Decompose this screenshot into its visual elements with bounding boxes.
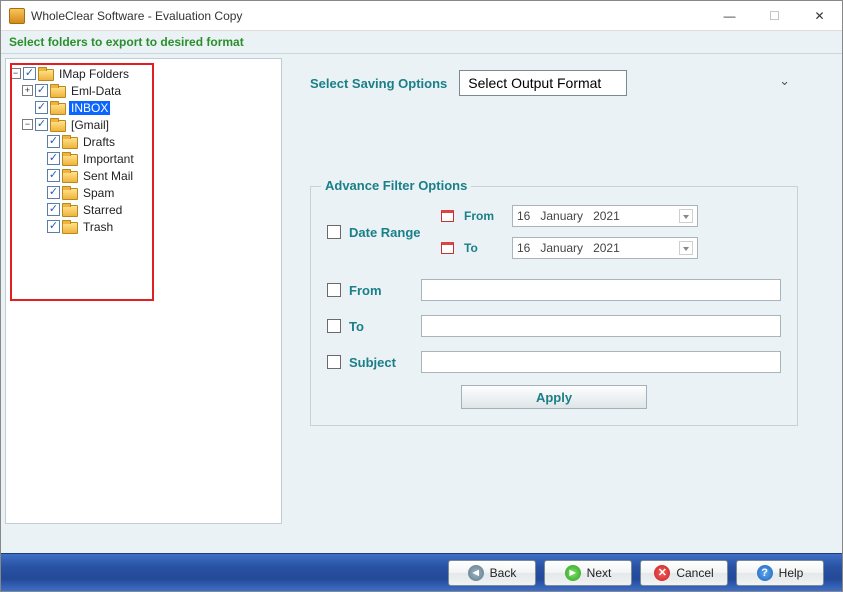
node-label: Important	[81, 152, 136, 166]
expand-toggle-icon[interactable]: +	[22, 85, 33, 96]
tree-node-emldata[interactable]: + ✓ Eml-Data	[10, 82, 277, 99]
saving-options-row: Select Saving Options Select Output Form…	[310, 70, 798, 96]
app-icon	[9, 8, 25, 24]
apply-button[interactable]: Apply	[461, 385, 647, 409]
calendar-icon	[441, 242, 454, 254]
folder-icon	[62, 186, 78, 199]
tree-node-starred[interactable]: ✓ Starred	[10, 201, 277, 218]
subject-checkbox[interactable]	[327, 355, 341, 369]
subject-row: Subject	[327, 349, 781, 375]
checkbox[interactable]: ✓	[23, 67, 36, 80]
help-icon: ?	[757, 565, 773, 581]
folder-icon	[50, 84, 66, 97]
subject-label: Subject	[349, 355, 421, 370]
date-range-checkbox[interactable]	[327, 225, 341, 239]
tree-node-sentmail[interactable]: ✓ Sent Mail	[10, 167, 277, 184]
calendar-icon	[441, 210, 454, 222]
date-range-label: Date Range	[349, 225, 441, 240]
node-label: Sent Mail	[81, 169, 135, 183]
tree-node-important[interactable]: ✓ Important	[10, 150, 277, 167]
tree-node-inbox[interactable]: ✓ INBOX	[10, 99, 277, 116]
options-panel: Select Saving Options Select Output Form…	[290, 58, 838, 553]
date-to-label: To	[464, 241, 504, 255]
tree-node-gmail[interactable]: − ✓ [Gmail]	[10, 116, 277, 133]
from-checkbox[interactable]	[327, 283, 341, 297]
folder-tree-panel: − ✓ IMap Folders + ✓ Eml-Data ✓ INBOX	[5, 58, 282, 524]
help-button[interactable]: ? Help	[736, 560, 824, 586]
checkbox[interactable]: ✓	[35, 84, 48, 97]
chevron-down-icon[interactable]	[679, 241, 693, 255]
date-range-block: From 16 January 2021	[441, 205, 698, 259]
window-title: WholeClear Software - Evaluation Copy	[31, 9, 707, 23]
node-label: Eml-Data	[69, 84, 123, 98]
tree-node-spam[interactable]: ✓ Spam	[10, 184, 277, 201]
minimize-button[interactable]: —	[707, 1, 752, 31]
expand-toggle-icon[interactable]: −	[10, 68, 21, 79]
to-label: To	[349, 319, 421, 334]
checkbox[interactable]: ✓	[47, 135, 60, 148]
advance-filter-fieldset: Advance Filter Options Date Range From 1…	[310, 186, 798, 426]
node-label: Trash	[81, 220, 115, 234]
titlebar: WholeClear Software - Evaluation Copy — …	[1, 1, 842, 31]
output-format-select[interactable]: Select Output Format	[459, 70, 627, 96]
saving-options-label: Select Saving Options	[310, 76, 447, 91]
date-from-picker[interactable]: 16 January 2021	[512, 205, 698, 227]
main-body: − ✓ IMap Folders + ✓ Eml-Data ✓ INBOX	[1, 54, 842, 553]
window-controls: — ☐ ✕	[707, 1, 842, 31]
to-row: To	[327, 313, 781, 339]
date-from-row: From 16 January 2021	[441, 205, 698, 227]
subject-input[interactable]	[421, 351, 781, 373]
folder-icon	[50, 101, 66, 114]
checkbox[interactable]: ✓	[35, 118, 48, 131]
from-row: From	[327, 277, 781, 303]
tree-spacer	[22, 102, 33, 113]
to-input[interactable]	[421, 315, 781, 337]
node-label: IMap Folders	[57, 67, 131, 81]
tree-node-root[interactable]: − ✓ IMap Folders	[10, 65, 277, 82]
checkbox[interactable]: ✓	[47, 169, 60, 182]
folder-icon	[62, 169, 78, 182]
cancel-button[interactable]: ✕ Cancel	[640, 560, 728, 586]
tree-node-drafts[interactable]: ✓ Drafts	[10, 133, 277, 150]
node-label: [Gmail]	[69, 118, 111, 132]
next-icon: ►	[565, 565, 581, 581]
to-checkbox[interactable]	[327, 319, 341, 333]
bottom-toolbar: ◄ Back ► Next ✕ Cancel ? Help	[1, 553, 842, 591]
checkbox[interactable]: ✓	[47, 203, 60, 216]
close-button[interactable]: ✕	[797, 1, 842, 31]
node-label: Drafts	[81, 135, 117, 149]
folder-icon	[50, 118, 66, 131]
expand-toggle-icon[interactable]: −	[22, 119, 33, 130]
node-label: Starred	[81, 203, 124, 217]
app-window: WholeClear Software - Evaluation Copy — …	[0, 0, 843, 592]
date-to-row: To 16 January 2021	[441, 237, 698, 259]
from-label: From	[349, 283, 421, 298]
maximize-button[interactable]: ☐	[752, 1, 797, 31]
from-input[interactable]	[421, 279, 781, 301]
date-to-picker[interactable]: 16 January 2021	[512, 237, 698, 259]
folder-tree: − ✓ IMap Folders + ✓ Eml-Data ✓ INBOX	[6, 59, 281, 241]
tree-node-trash[interactable]: ✓ Trash	[10, 218, 277, 235]
folder-icon	[62, 152, 78, 165]
node-label: INBOX	[69, 101, 110, 115]
folder-icon	[62, 203, 78, 216]
cancel-icon: ✕	[654, 565, 670, 581]
folder-icon	[38, 67, 54, 80]
output-format-select-wrap: Select Output Format	[459, 70, 798, 96]
folder-icon	[62, 220, 78, 233]
fieldset-legend: Advance Filter Options	[321, 178, 471, 193]
node-label: Spam	[81, 186, 116, 200]
back-button[interactable]: ◄ Back	[448, 560, 536, 586]
next-button[interactable]: ► Next	[544, 560, 632, 586]
checkbox[interactable]: ✓	[47, 186, 60, 199]
checkbox[interactable]: ✓	[47, 152, 60, 165]
chevron-down-icon[interactable]	[679, 209, 693, 223]
date-from-label: From	[464, 209, 504, 223]
checkbox[interactable]: ✓	[35, 101, 48, 114]
back-icon: ◄	[468, 565, 484, 581]
checkbox[interactable]: ✓	[47, 220, 60, 233]
date-range-row: Date Range From 16 January 2021	[327, 205, 781, 259]
instruction-banner: Select folders to export to desired form…	[1, 31, 842, 54]
folder-icon	[62, 135, 78, 148]
